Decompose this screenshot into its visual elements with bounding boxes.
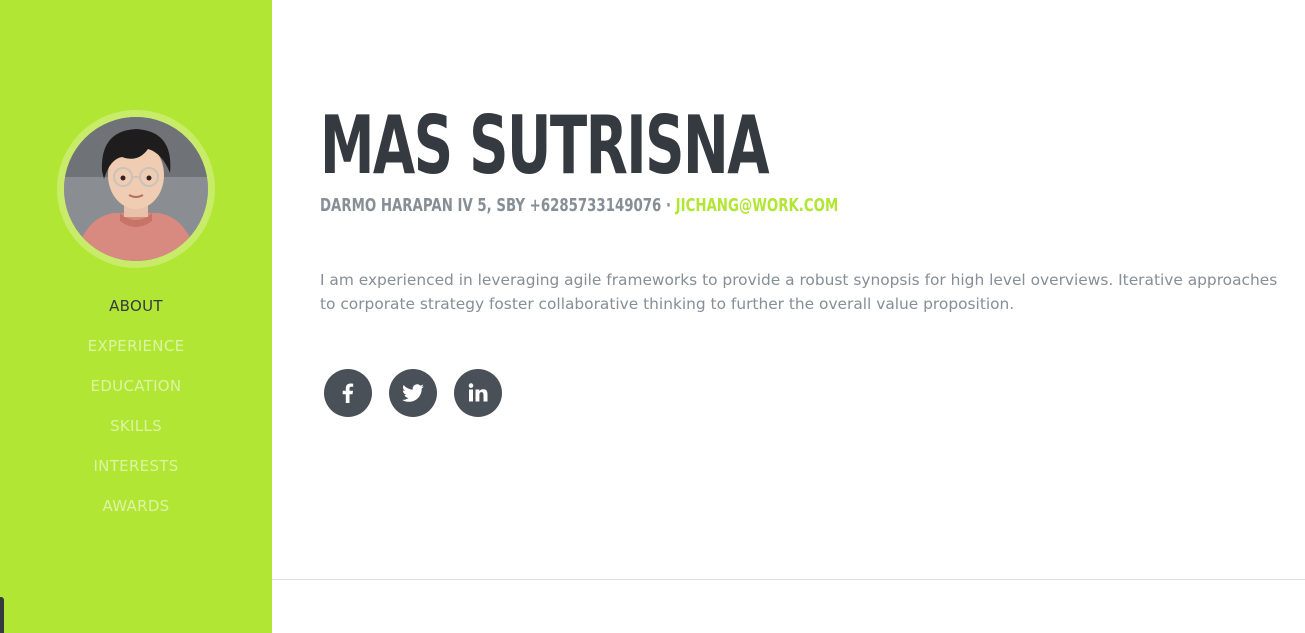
profile-photo (64, 117, 208, 261)
section-divider (272, 579, 1305, 580)
twitter-icon (402, 384, 424, 402)
facebook-icon (342, 383, 354, 403)
avatar[interactable] (64, 117, 208, 261)
nav-item-awards[interactable]: AWARDS (0, 490, 272, 530)
main-content: MAS SUTRISNA DARMO HARAPAN IV 5, SBY +62… (272, 0, 1305, 633)
twitter-button[interactable] (389, 369, 437, 417)
bio-text: I am experienced in leveraging agile fra… (320, 271, 1278, 313)
sidebar: ABOUT EXPERIENCE EDUCATION SKILLS INTERE… (0, 0, 272, 633)
facebook-button[interactable] (324, 369, 372, 417)
email-link[interactable]: JICHANG@WORK.COM (676, 195, 839, 216)
social-icons (324, 369, 502, 417)
sidebar-nav: ABOUT EXPERIENCE EDUCATION SKILLS INTERE… (0, 290, 272, 530)
address-phone: DARMO HARAPAN IV 5, SBY +6285733149076 · (320, 195, 676, 216)
linkedin-button[interactable] (454, 369, 502, 417)
linkedin-icon (468, 383, 488, 402)
nav-item-interests[interactable]: INTERESTS (0, 450, 272, 490)
nav-item-education[interactable]: EDUCATION (0, 370, 272, 410)
nav-item-experience[interactable]: EXPERIENCE (0, 330, 272, 370)
avatar-ring (57, 110, 215, 268)
nav-item-skills[interactable]: SKILLS (0, 410, 272, 450)
page-title: MAS SUTRISNA (320, 99, 770, 192)
nav-item-about[interactable]: ABOUT (0, 290, 272, 330)
contact-subheading: DARMO HARAPAN IV 5, SBY +6285733149076 ·… (320, 194, 838, 218)
edge-tab (0, 597, 4, 633)
